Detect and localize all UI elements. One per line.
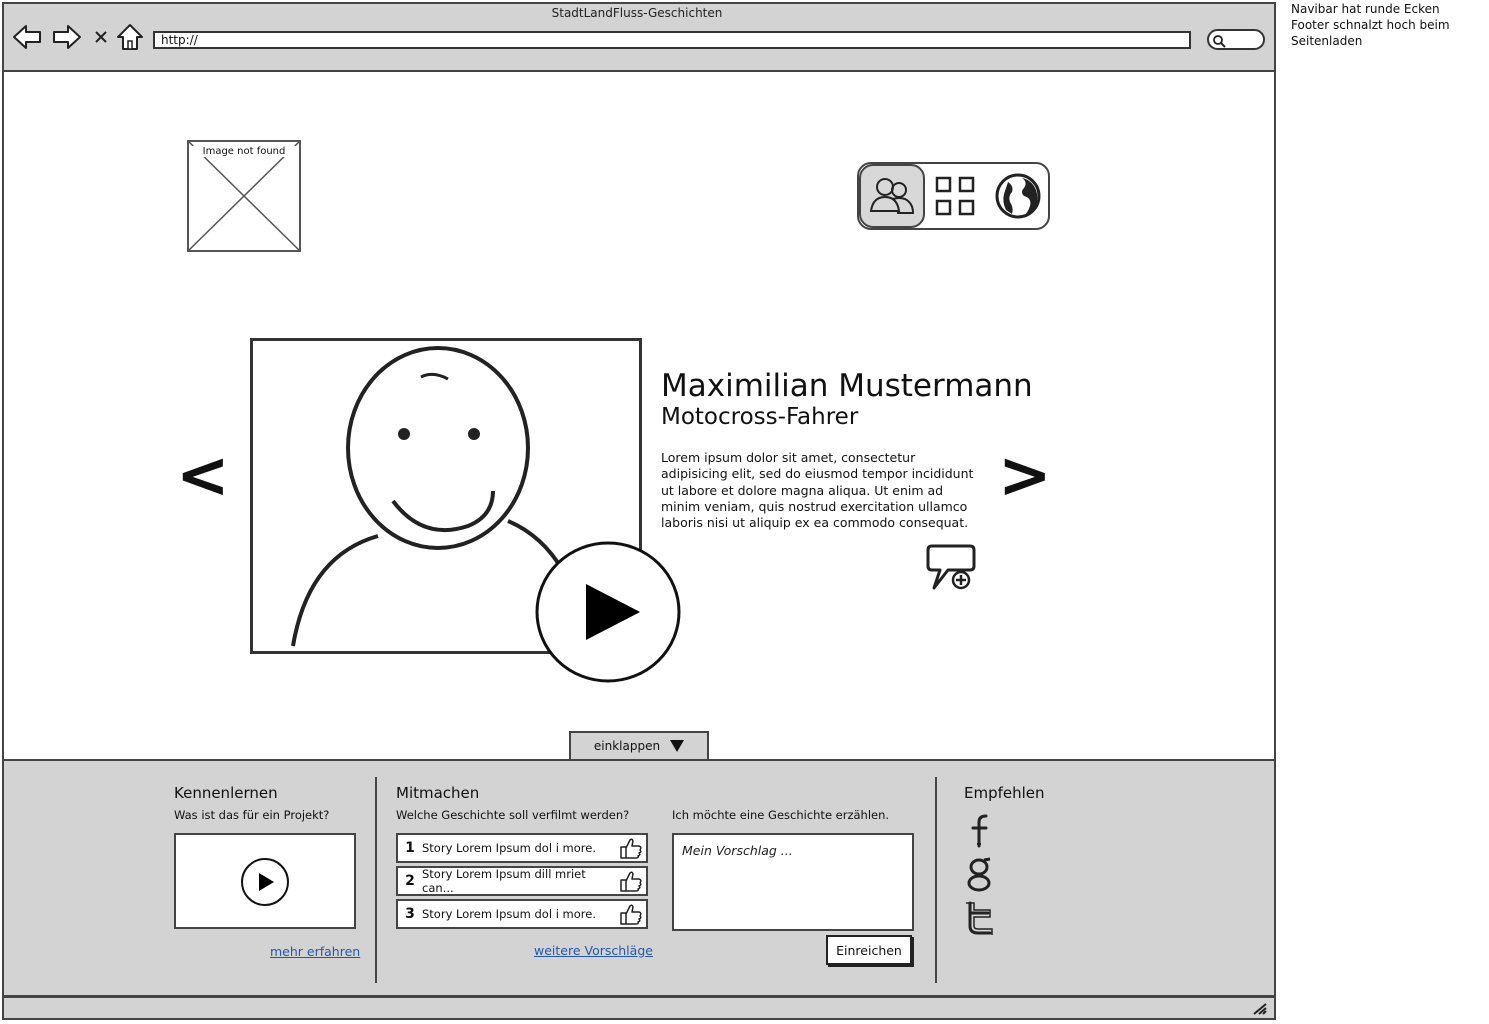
person-role: Motocross-Fahrer <box>661 404 859 430</box>
browser-search-input[interactable] <box>1207 29 1265 50</box>
kennenlernen-title: Kennenlernen <box>174 784 278 802</box>
weitere-vorschlaege-link[interactable]: weitere Vorschläge <box>534 943 653 958</box>
add-comment-icon[interactable] <box>926 542 976 592</box>
person-description: Lorem ipsum dolor sit amet, consectetur … <box>661 450 974 531</box>
mehr-erfahren-link[interactable]: mehr erfahren <box>270 944 360 959</box>
twitter-icon[interactable] <box>962 900 998 936</box>
home-icon[interactable] <box>115 22 145 52</box>
story-item[interactable]: 1 Story Lorem Ipsum dol i more. <box>396 833 648 863</box>
story-title: Story Lorem Ipsum dol i more. <box>422 907 596 921</box>
browser-statusbar <box>2 996 1276 1020</box>
empfehlen-title: Empfehlen <box>964 784 1045 802</box>
triangle-down-icon <box>670 740 685 752</box>
people-icon <box>869 178 915 214</box>
story-title: Story Lorem Ipsum dol i more. <box>422 841 596 855</box>
vorschlag-textarea[interactable]: Mein Vorschlag ... <box>672 833 914 931</box>
story-rank: 2 <box>405 873 415 889</box>
thumbs-up-icon[interactable] <box>616 835 646 861</box>
footer-divider <box>375 777 377 983</box>
grid-icon <box>935 176 975 216</box>
window-title: StadtLandFluss-Geschichten <box>551 6 723 20</box>
collapse-footer-button[interactable]: einklappen <box>569 731 709 759</box>
footer-divider <box>935 777 937 983</box>
play-icon <box>241 858 289 906</box>
slider-next-button[interactable]: > <box>998 436 1052 516</box>
mitmachen-subtitle: Welche Geschichte soll verfilmt werden? <box>396 808 630 822</box>
nav-grid-button[interactable] <box>930 170 982 222</box>
story-item[interactable]: 2 Story Lorem Ipsum dill mriet can... <box>396 866 648 896</box>
collapse-label: einklappen <box>593 739 661 753</box>
facebook-icon[interactable] <box>962 812 998 848</box>
erzaehlen-label: Ich möchte eine Geschichte erzählen. <box>672 808 890 822</box>
story-title: Story Lorem Ipsum dill mriet can... <box>422 867 586 895</box>
nav-people-button[interactable] <box>859 164 925 228</box>
person-name: Maximilian Mustermann <box>661 368 1033 404</box>
image-not-found-label: Image not found <box>189 146 299 157</box>
nav-globe-button[interactable] <box>992 170 1044 222</box>
kennenlernen-subtitle: Was ist das für ein Projekt? <box>174 808 330 822</box>
forward-icon[interactable] <box>52 22 82 52</box>
back-icon[interactable] <box>12 22 42 52</box>
logo-image-placeholder: Image not found <box>187 140 301 252</box>
submit-button[interactable]: Einreichen <box>826 935 912 965</box>
stop-icon[interactable] <box>86 22 116 52</box>
story-rank: 3 <box>405 906 415 922</box>
resize-handle-icon[interactable] <box>1252 1001 1268 1015</box>
url-input[interactable]: http:// <box>153 31 1191 49</box>
play-button[interactable] <box>534 540 682 684</box>
story-item[interactable]: 3 Story Lorem Ipsum dol i more. <box>396 899 648 929</box>
story-rank: 1 <box>405 840 415 856</box>
globe-icon <box>995 173 1041 219</box>
google-icon[interactable] <box>962 856 998 892</box>
thumbs-up-icon[interactable] <box>616 901 646 927</box>
slider-prev-button[interactable]: < <box>176 436 230 516</box>
annotation-note: Navibar hat runde Ecken Footer schnalzt … <box>1291 2 1450 48</box>
thumbs-up-icon[interactable] <box>616 868 646 894</box>
search-icon <box>1213 35 1226 48</box>
mitmachen-title: Mitmachen <box>396 784 480 802</box>
project-video[interactable] <box>174 833 356 929</box>
